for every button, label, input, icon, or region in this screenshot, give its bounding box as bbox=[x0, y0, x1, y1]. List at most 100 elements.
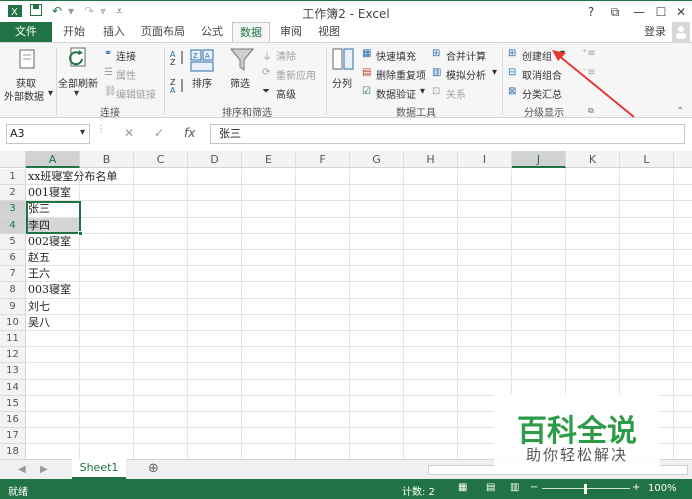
flash-fill-button[interactable]: 快速填充 bbox=[376, 48, 416, 63]
row-header[interactable]: 14 bbox=[0, 379, 26, 396]
scroll-right-icon[interactable]: ▶ bbox=[40, 464, 48, 475]
tab-formulas[interactable]: 公式 bbox=[194, 22, 230, 42]
text-to-columns-button[interactable]: 分列 bbox=[332, 75, 352, 90]
row-header[interactable]: 12 bbox=[0, 347, 26, 364]
normal-view-icon[interactable]: ▦ bbox=[458, 482, 467, 493]
fill-handle[interactable] bbox=[78, 230, 83, 236]
cell-a2[interactable]: 001寝室 bbox=[26, 185, 80, 201]
sort-button[interactable]: 排序 bbox=[192, 75, 212, 90]
row-header[interactable]: 17 bbox=[0, 428, 26, 445]
column-header-f[interactable]: F bbox=[296, 151, 350, 168]
row-header[interactable]: 8 bbox=[0, 282, 26, 299]
ribbon-display-button[interactable]: ⧉ bbox=[604, 3, 626, 21]
column-header-b[interactable]: B bbox=[80, 151, 134, 168]
what-if-analysis-button[interactable]: 模拟分析 bbox=[446, 67, 486, 82]
row-header[interactable]: 13 bbox=[0, 363, 26, 380]
page-break-view-icon[interactable]: ▥ bbox=[510, 482, 519, 493]
column-header-k[interactable]: K bbox=[566, 151, 620, 168]
column-header-i[interactable]: I bbox=[458, 151, 512, 168]
row-header[interactable]: 10 bbox=[0, 314, 26, 331]
maximize-button[interactable]: ☐ bbox=[650, 3, 672, 21]
scroll-left-icon[interactable]: ◀ bbox=[18, 464, 26, 475]
get-external-data-label[interactable]: 外部数据 bbox=[4, 88, 44, 103]
cell-a7[interactable]: 王六 bbox=[26, 266, 80, 282]
column-header-g[interactable]: G bbox=[350, 151, 404, 168]
column-header-l[interactable]: L bbox=[620, 151, 674, 168]
advanced-button[interactable]: 高级 bbox=[276, 86, 296, 101]
insert-function-icon[interactable]: fx bbox=[184, 126, 195, 140]
row-header[interactable]: 15 bbox=[0, 395, 26, 412]
row-header[interactable]: 2 bbox=[0, 185, 26, 202]
cell-a11[interactable] bbox=[26, 331, 80, 347]
tab-file[interactable]: 文件 bbox=[0, 22, 52, 42]
relationships-button[interactable]: 关系 bbox=[446, 86, 466, 101]
sort-za-icon[interactable]: ZA bbox=[170, 77, 186, 96]
column-header-c[interactable]: C bbox=[134, 151, 188, 168]
horizontal-scrollbar[interactable] bbox=[428, 465, 688, 475]
row-header[interactable]: 18 bbox=[0, 444, 26, 459]
row-header[interactable]: 9 bbox=[0, 298, 26, 315]
column-header-h[interactable]: H bbox=[404, 151, 458, 168]
zoom-in-icon[interactable]: + bbox=[632, 482, 640, 493]
tab-review[interactable]: 审阅 bbox=[274, 22, 308, 42]
row-header[interactable]: 16 bbox=[0, 412, 26, 429]
page-layout-view-icon[interactable]: ▤ bbox=[486, 482, 495, 493]
column-header-e[interactable]: E bbox=[242, 151, 296, 168]
data-validation-button[interactable]: 数据验证 bbox=[376, 86, 416, 101]
close-button[interactable]: ✕ bbox=[670, 3, 692, 21]
name-box[interactable]: A3 bbox=[6, 124, 90, 144]
tab-insert[interactable]: 插入 bbox=[96, 22, 132, 42]
consolidate-button[interactable]: 合并计算 bbox=[446, 48, 486, 63]
zoom-out-icon[interactable]: − bbox=[530, 482, 538, 493]
sort-az-icon[interactable]: AZ bbox=[170, 49, 186, 68]
new-sheet-icon[interactable]: ⊕ bbox=[148, 461, 159, 476]
properties-button[interactable]: 属性 bbox=[116, 67, 136, 82]
edit-links-button[interactable]: 编辑链接 bbox=[116, 86, 156, 101]
cell-a13[interactable] bbox=[26, 363, 80, 379]
formula-input[interactable]: 张三 bbox=[210, 124, 685, 144]
row-header[interactable]: 11 bbox=[0, 331, 26, 348]
enter-icon[interactable]: ✓ bbox=[154, 126, 164, 140]
row-header[interactable]: 5 bbox=[0, 233, 26, 250]
cell-a14[interactable] bbox=[26, 380, 80, 396]
cell-a10[interactable]: 吴八 bbox=[26, 315, 80, 331]
column-header-j[interactable]: J bbox=[512, 151, 566, 168]
zoom-level[interactable]: 100% bbox=[648, 483, 677, 494]
remove-duplicates-button[interactable]: 删除重复项 bbox=[376, 67, 426, 82]
cell-a6[interactable]: 赵五 bbox=[26, 250, 80, 266]
sheet-tab-sheet1[interactable]: Sheet1 bbox=[72, 459, 126, 479]
cancel-icon[interactable]: ✕ bbox=[124, 126, 134, 140]
row-header[interactable]: 7 bbox=[0, 266, 26, 283]
help-button[interactable]: ? bbox=[580, 3, 602, 21]
cell-a1[interactable]: xx班寝室分布名单 bbox=[26, 169, 117, 185]
tab-view[interactable]: 视图 bbox=[312, 22, 346, 42]
reapply-button[interactable]: 重新应用 bbox=[276, 67, 316, 82]
cell-a12[interactable] bbox=[26, 347, 80, 363]
filter-button[interactable]: 筛选 bbox=[230, 75, 250, 90]
cell-a5[interactable]: 002寝室 bbox=[26, 234, 80, 250]
clear-button[interactable]: 清除 bbox=[276, 48, 296, 63]
select-all-button[interactable] bbox=[0, 151, 26, 168]
account-icon[interactable] bbox=[672, 22, 690, 42]
cell-a8[interactable]: 003寝室 bbox=[26, 282, 80, 298]
tab-home[interactable]: 开始 bbox=[56, 22, 92, 42]
connections-button[interactable]: 连接 bbox=[116, 48, 136, 63]
column-header-d[interactable]: D bbox=[188, 151, 242, 168]
cell-a9[interactable]: 刘七 bbox=[26, 299, 80, 315]
tab-data[interactable]: 数据 bbox=[232, 22, 270, 43]
cell-a17[interactable] bbox=[26, 428, 80, 444]
sign-in-link[interactable]: 登录 bbox=[640, 22, 670, 42]
collapse-ribbon-icon[interactable]: ⌃ bbox=[676, 106, 684, 117]
cell-a16[interactable] bbox=[26, 412, 80, 428]
row-header[interactable]: 3 bbox=[0, 201, 26, 218]
chevron-down-icon[interactable]: ▾ bbox=[80, 127, 85, 138]
tab-page-layout[interactable]: 页面布局 bbox=[136, 22, 190, 42]
minimize-button[interactable]: — bbox=[628, 3, 650, 21]
splitter-icon[interactable]: ⋮ bbox=[96, 124, 106, 135]
row-header[interactable]: 6 bbox=[0, 250, 26, 267]
row-header[interactable]: 1 bbox=[0, 169, 26, 186]
row-header[interactable]: 4 bbox=[0, 217, 26, 234]
cell-a15[interactable] bbox=[26, 396, 80, 412]
zoom-slider-thumb[interactable] bbox=[584, 484, 587, 494]
cell-a18[interactable] bbox=[26, 444, 80, 459]
